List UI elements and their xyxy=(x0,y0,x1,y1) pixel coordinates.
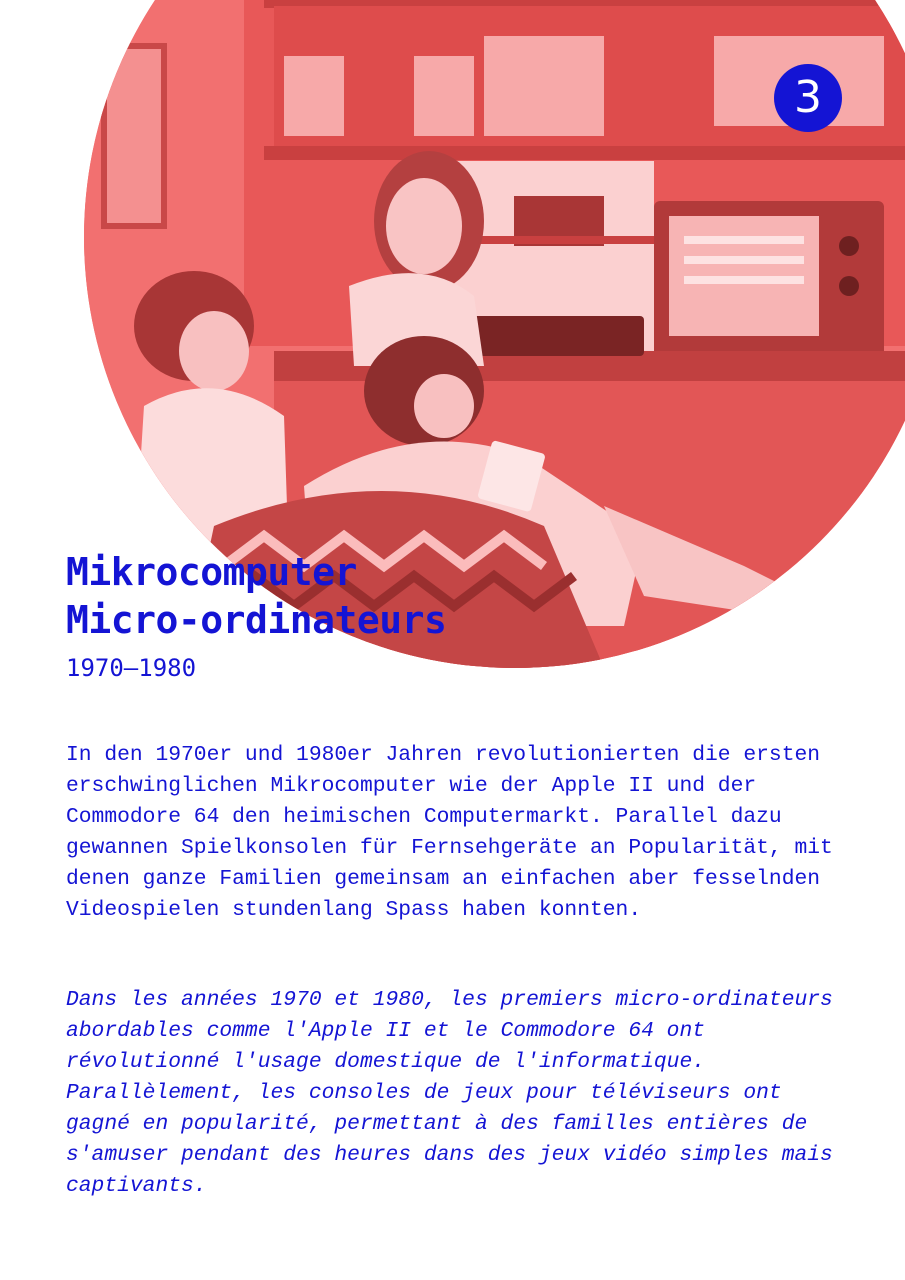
time-period: 1970–1980 xyxy=(66,654,197,682)
section-title: Mikrocomputer Micro-ordinateurs xyxy=(66,548,447,644)
page-number-badge: 3 xyxy=(774,64,842,132)
paragraph-german: In den 1970er und 1980er Jahren revoluti… xyxy=(66,743,833,922)
page-number: 3 xyxy=(794,72,822,123)
title-german: Mikrocomputer xyxy=(66,550,357,594)
title-french: Micro-ordinateurs xyxy=(66,598,447,642)
paragraph-french: Dans les années 1970 et 1980, les premie… xyxy=(66,988,833,1198)
